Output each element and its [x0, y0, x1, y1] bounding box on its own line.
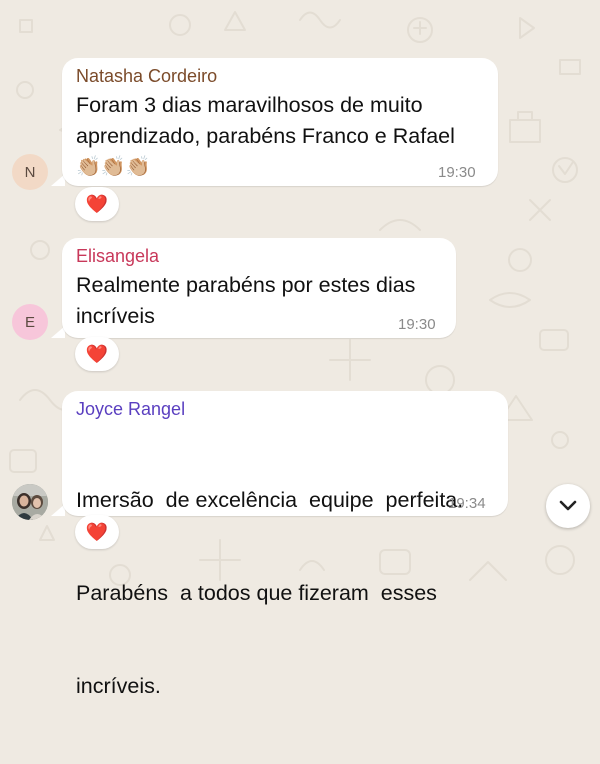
message-line: Parabéns a todos que fizeram esses	[76, 581, 437, 605]
heart-icon: ❤️	[85, 521, 109, 542]
message-bubble[interactable]: Joyce Rangel Imersão de excelência equip…	[62, 391, 508, 698]
message-joyce: Joyce Rangel Imersão de excelência equip…	[0, 0, 600, 698]
message-line: incríveis.	[76, 674, 161, 698]
message-time: 19:34	[448, 495, 486, 512]
message-line: Imersão de excelência equipe perfeita.	[76, 488, 464, 512]
chevron-down-icon	[559, 500, 577, 511]
reaction-badge[interactable]: ❤️	[75, 515, 119, 549]
sender-name[interactable]: Joyce Rangel	[76, 399, 185, 420]
message-text: Imersão de excelência equipe perfeita. P…	[76, 423, 463, 764]
avatar-photo	[12, 484, 48, 520]
avatar-joyce[interactable]	[12, 484, 48, 520]
scroll-to-bottom-button[interactable]	[546, 484, 590, 528]
